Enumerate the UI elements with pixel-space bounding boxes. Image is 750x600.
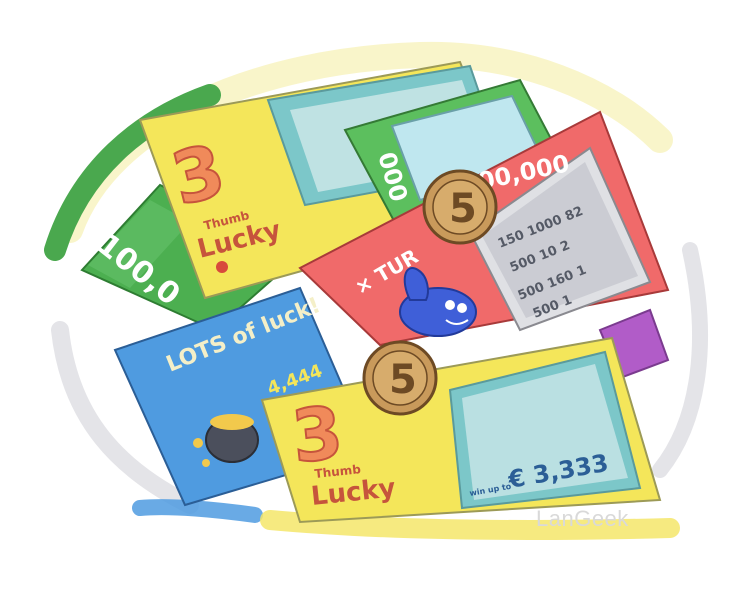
coin-top-label: 5	[449, 186, 477, 232]
coin-bottom: 5	[362, 340, 438, 416]
apple-icon	[216, 261, 228, 273]
coin-bottom-label: 5	[389, 357, 417, 403]
scratch-tickets-illustration: 100,0 3 Thumb Lucky 000 00,000 × TUR 150…	[44, 41, 708, 540]
coin-top: 5	[422, 169, 498, 245]
watermark: LanGeek	[536, 506, 629, 531]
